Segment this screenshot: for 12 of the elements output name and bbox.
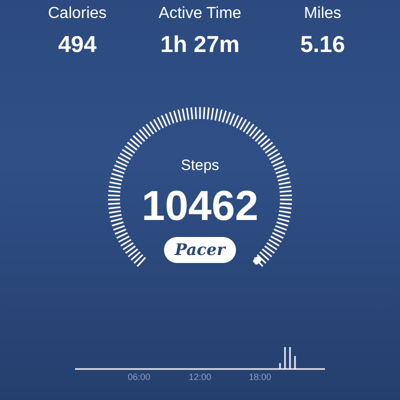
steps-count: 10462 — [142, 182, 258, 230]
steps-label: Steps — [180, 156, 220, 176]
stat-label: Miles — [304, 4, 342, 24]
stat-value: 494 — [58, 30, 97, 58]
stat-label: Active Time — [158, 4, 242, 24]
logo: Pacer — [164, 237, 236, 263]
axis-label: 12:00 — [188, 371, 212, 384]
stat-value: 5.16 — [300, 30, 346, 58]
axis-label: 06:00 — [128, 371, 150, 384]
stat-label: Calories — [48, 4, 107, 24]
axis-label: 18:00 — [248, 371, 272, 384]
stat-value: 1h 27m — [160, 30, 240, 58]
